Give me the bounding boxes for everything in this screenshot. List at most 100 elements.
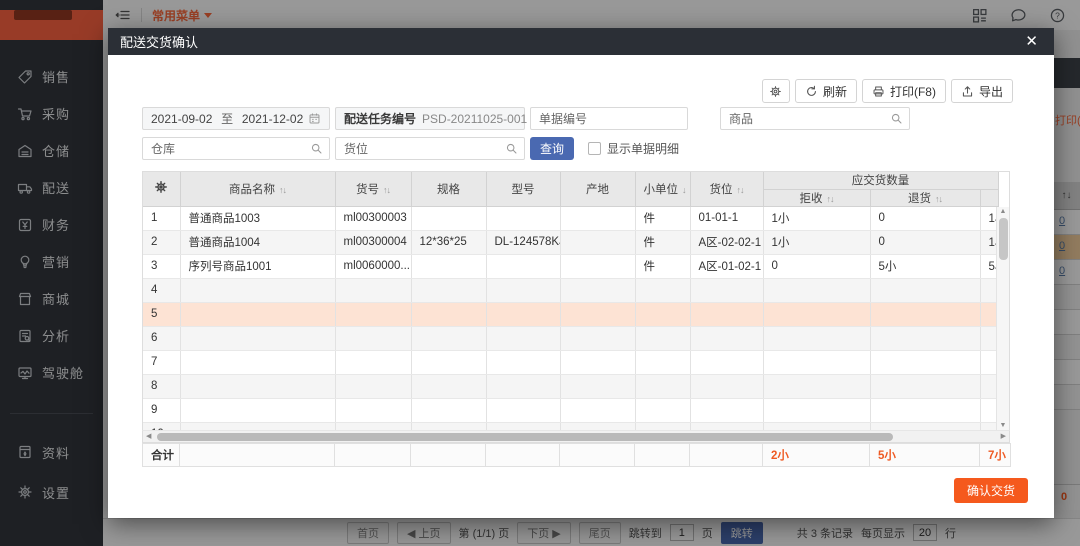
cell-sku[interactable]: [335, 422, 412, 430]
cell-row-number[interactable]: 8: [143, 374, 181, 399]
cell-returned[interactable]: [870, 302, 981, 327]
vertical-scrollbar[interactable]: ▲ ▼: [996, 207, 1009, 430]
cell-location[interactable]: [690, 302, 764, 327]
cell-unit[interactable]: [635, 398, 691, 423]
cell-location[interactable]: [690, 374, 764, 399]
cell-rejected[interactable]: [763, 278, 871, 303]
cell-spec[interactable]: [411, 302, 487, 327]
cell-product-name[interactable]: [180, 326, 336, 351]
cell-origin[interactable]: [560, 254, 636, 279]
location-input[interactable]: [335, 137, 525, 160]
cell-unit[interactable]: [635, 374, 691, 399]
cell-rejected[interactable]: [763, 422, 871, 430]
cell-sku[interactable]: [335, 278, 412, 303]
product-input[interactable]: [720, 107, 910, 130]
sort-icon[interactable]: ↑↓: [935, 194, 943, 204]
cell-spec[interactable]: [411, 350, 487, 375]
cell-returned[interactable]: [870, 350, 981, 375]
cell-returned[interactable]: [870, 278, 981, 303]
col-sku[interactable]: 货号 ↑↓: [335, 172, 412, 207]
cell-spec[interactable]: [411, 374, 487, 399]
cell-model[interactable]: [486, 326, 561, 351]
cell-sku[interactable]: [335, 398, 412, 423]
vertical-scroll-thumb[interactable]: [999, 218, 1008, 260]
cell-row-number[interactable]: 7: [143, 350, 181, 375]
cell-returned[interactable]: [870, 398, 981, 423]
cell-sku[interactable]: [335, 374, 412, 399]
cell-sku[interactable]: ml0060000...: [335, 254, 412, 279]
cell-origin[interactable]: [560, 326, 636, 351]
cell-model[interactable]: [486, 398, 561, 423]
cell-spec[interactable]: [411, 278, 487, 303]
document-number-input[interactable]: [530, 107, 688, 130]
cell-spec[interactable]: [411, 326, 487, 351]
cell-returned[interactable]: 0: [870, 206, 981, 231]
cell-row-number[interactable]: 9: [143, 398, 181, 423]
sort-icon[interactable]: ↑↓: [383, 185, 391, 195]
cell-model[interactable]: DL-124578KJ...: [486, 230, 561, 255]
table-row[interactable]: 7: [143, 350, 999, 375]
refresh-button[interactable]: 刷新: [794, 79, 857, 103]
col-unit[interactable]: 小单位 ↓: [635, 172, 691, 207]
cell-product-name[interactable]: [180, 374, 336, 399]
table-row[interactable]: 1普通商品1003ml00300003件01-01-11小01小: [143, 206, 999, 231]
cell-row-number[interactable]: 4: [143, 278, 181, 303]
cell-row-number[interactable]: 2: [143, 230, 181, 255]
table-row[interactable]: 5: [143, 302, 999, 327]
cell-origin[interactable]: [560, 302, 636, 327]
cell-unit[interactable]: 件: [635, 254, 691, 279]
table-row[interactable]: 4: [143, 278, 999, 303]
col-origin[interactable]: 产地: [560, 172, 636, 207]
cell-unit[interactable]: 件: [635, 206, 691, 231]
scroll-up-arrow[interactable]: ▲: [997, 208, 1009, 215]
col-model[interactable]: 型号: [486, 172, 561, 207]
cell-unit[interactable]: [635, 422, 691, 430]
cell-returned[interactable]: [870, 422, 981, 430]
cell-product-name[interactable]: [180, 278, 336, 303]
cell-row-number[interactable]: 5: [143, 302, 181, 327]
cell-returned[interactable]: 5小: [870, 254, 981, 279]
cell-rejected[interactable]: 0: [763, 254, 871, 279]
cell-product-name[interactable]: 序列号商品1001: [180, 254, 336, 279]
cell-product-name[interactable]: 普通商品1003: [180, 206, 336, 231]
cell-origin[interactable]: [560, 278, 636, 303]
cell-model[interactable]: [486, 422, 561, 430]
cell-rejected[interactable]: [763, 398, 871, 423]
col-returned[interactable]: 退货 ↑↓: [870, 189, 981, 207]
cell-sku[interactable]: [335, 302, 412, 327]
cell-location[interactable]: [690, 278, 764, 303]
cell-origin[interactable]: [560, 230, 636, 255]
show-detail-checkbox[interactable]: [588, 142, 601, 155]
cell-row-number[interactable]: 6: [143, 326, 181, 351]
cell-spec[interactable]: [411, 206, 487, 231]
col-rejected[interactable]: 拒收 ↑↓: [763, 189, 871, 207]
sort-icon[interactable]: ↑↓: [737, 185, 745, 195]
cell-unit[interactable]: [635, 278, 691, 303]
column-settings-gear-icon[interactable]: [143, 172, 181, 207]
cell-unit[interactable]: [635, 302, 691, 327]
cell-location[interactable]: 01-01-1: [690, 206, 764, 231]
table-row[interactable]: 8: [143, 374, 999, 399]
cell-sku[interactable]: [335, 326, 412, 351]
cell-origin[interactable]: [560, 206, 636, 231]
cell-origin[interactable]: [560, 422, 636, 430]
horizontal-scrollbar[interactable]: ◀ ▶: [142, 430, 1010, 443]
cell-row-number[interactable]: 10: [143, 422, 181, 430]
scroll-left-arrow[interactable]: ◀: [146, 431, 151, 442]
cell-spec[interactable]: [411, 254, 487, 279]
cell-origin[interactable]: [560, 350, 636, 375]
cell-row-number[interactable]: 3: [143, 254, 181, 279]
table-row[interactable]: 9: [143, 398, 999, 423]
cell-model[interactable]: [486, 278, 561, 303]
print-button[interactable]: 打印(F8): [861, 79, 946, 103]
cell-rejected[interactable]: [763, 326, 871, 351]
cell-spec[interactable]: [411, 398, 487, 423]
warehouse-input[interactable]: [142, 137, 330, 160]
confirm-delivery-button[interactable]: 确认交货: [953, 478, 1028, 503]
cell-origin[interactable]: [560, 398, 636, 423]
export-button[interactable]: 导出: [950, 79, 1013, 103]
cell-returned[interactable]: [870, 326, 981, 351]
cell-rejected[interactable]: [763, 350, 871, 375]
table-row[interactable]: 2普通商品1004ml0030000412*36*25DL-124578KJ..…: [143, 230, 999, 255]
cell-rejected[interactable]: 1小: [763, 230, 871, 255]
